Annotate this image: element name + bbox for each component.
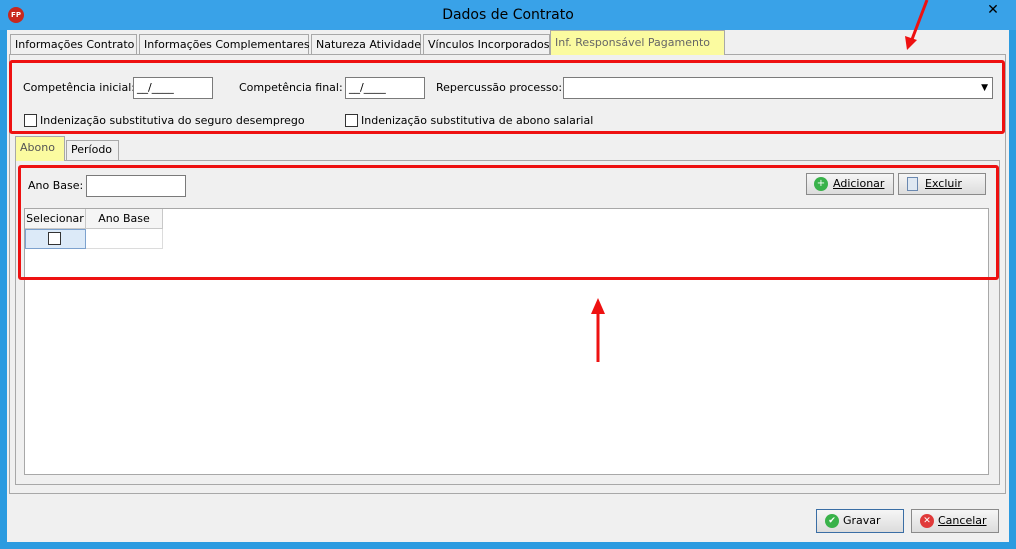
subtab-abono[interactable]: Abono xyxy=(15,136,65,161)
annotation-box-abono xyxy=(18,165,999,280)
title-bar[interactable]: FP Dados de Contrato ✕ xyxy=(0,0,1016,30)
close-icon[interactable]: ✕ xyxy=(970,0,1016,22)
tab-vinculos-incorporados[interactable]: Vínculos Incorporados xyxy=(423,34,550,54)
cancelar-button[interactable]: ✕ Cancelar xyxy=(911,509,999,533)
tab-inf-responsavel-pagamento[interactable]: Inf. Responsável Pagamento xyxy=(550,30,725,55)
checkmark-icon: ✔ xyxy=(825,514,839,528)
cancelar-button-label: Cancelar xyxy=(938,514,987,527)
gravar-button[interactable]: ✔ Gravar xyxy=(816,509,904,533)
gravar-button-label: Gravar xyxy=(843,514,881,527)
tab-natureza-atividade[interactable]: Natureza Atividade xyxy=(311,34,421,54)
annotation-box-top xyxy=(9,60,1005,134)
subtab-periodo[interactable]: Período xyxy=(66,140,119,160)
app-window: FP Dados de Contrato ✕ Informações Contr… xyxy=(0,0,1016,549)
cancel-icon: ✕ xyxy=(920,514,934,528)
tab-informacoes-complementares[interactable]: Informações Complementares xyxy=(139,34,310,54)
window-title: Dados de Contrato xyxy=(442,7,574,23)
tab-informacoes-contrato[interactable]: Informações Contrato xyxy=(10,34,137,54)
